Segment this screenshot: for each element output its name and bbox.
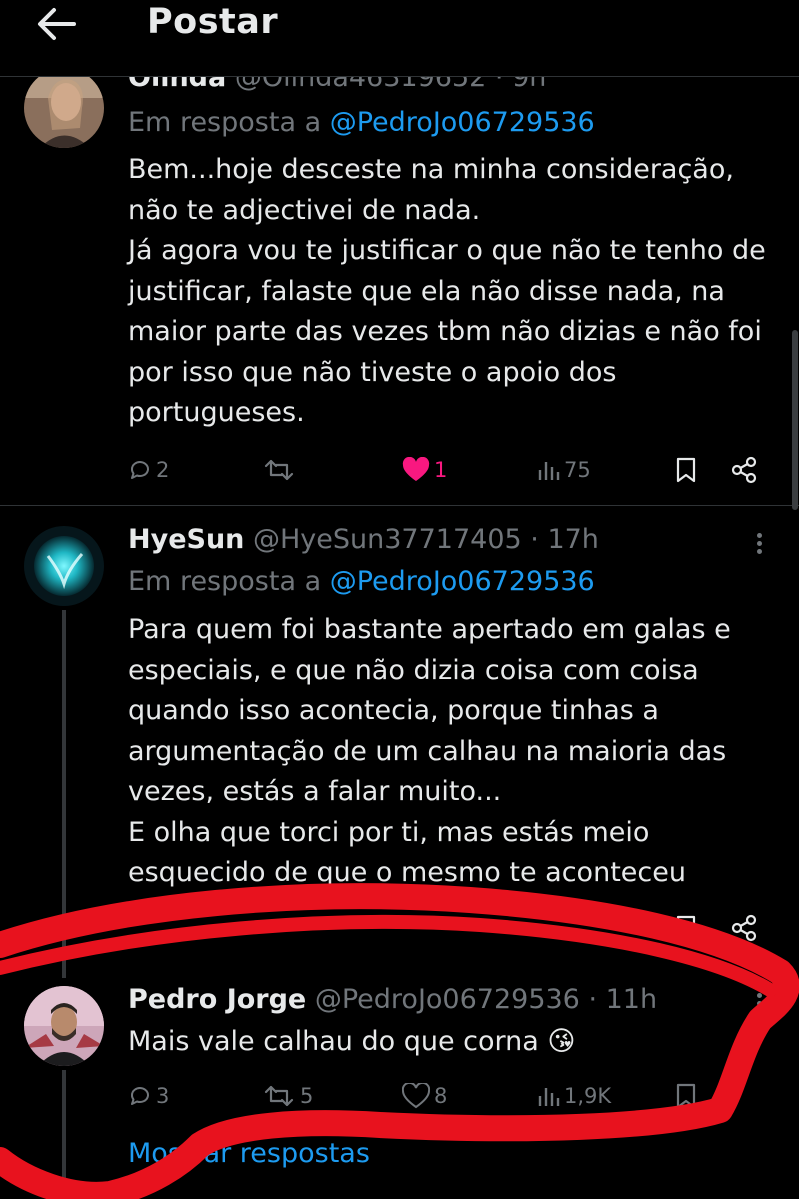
views-icon bbox=[538, 462, 560, 480]
bookmark-button[interactable] bbox=[674, 450, 698, 490]
reply-button[interactable]: 3 bbox=[128, 1076, 169, 1116]
page-title: Postar bbox=[147, 2, 279, 42]
views-icon bbox=[538, 1088, 560, 1106]
avatar[interactable] bbox=[24, 68, 104, 148]
reply-count: 2 bbox=[156, 458, 170, 482]
reply-icon bbox=[131, 1087, 149, 1105]
top-bar: Postar bbox=[0, 0, 799, 77]
display-name[interactable]: Pedro Jorge bbox=[128, 984, 306, 1015]
like-count: 8 bbox=[434, 1084, 448, 1108]
reply-button[interactable]: 2 bbox=[128, 450, 169, 490]
reply-context: Em resposta a @PedroJo06729536 bbox=[128, 107, 595, 138]
user-handle[interactable]: @PedroJo06729536 bbox=[315, 984, 580, 1015]
avatar[interactable] bbox=[24, 526, 104, 606]
share-button[interactable] bbox=[730, 450, 758, 490]
show-replies-link[interactable]: Mostrar respostas bbox=[128, 1138, 370, 1169]
share-icon bbox=[731, 914, 757, 942]
views-count: 75 bbox=[564, 458, 591, 482]
user-handle[interactable]: @HyeSun37717405 bbox=[253, 524, 522, 555]
bookmark-icon bbox=[676, 915, 696, 941]
bookmark-icon bbox=[676, 457, 696, 483]
heart-filled-icon bbox=[402, 457, 430, 481]
tweet-text: Mais vale calhau do que corna 😘 bbox=[128, 1026, 576, 1057]
repost-button[interactable] bbox=[262, 450, 296, 490]
repost-button[interactable]: 5 bbox=[262, 1076, 313, 1116]
repost-icon bbox=[264, 459, 294, 481]
timestamp[interactable]: 11h bbox=[606, 984, 657, 1015]
timestamp[interactable]: 17h bbox=[547, 524, 598, 555]
thread-line bbox=[62, 1070, 66, 1199]
bookmark-button[interactable] bbox=[674, 1076, 698, 1116]
mention-link[interactable]: @PedroJo06729536 bbox=[330, 566, 595, 597]
bookmark-icon bbox=[676, 1083, 696, 1109]
reply-context: Em resposta a @PedroJo06729536 bbox=[128, 566, 595, 597]
mention-link[interactable]: @PedroJo06729536 bbox=[330, 107, 595, 138]
like-button[interactable]: 1 bbox=[402, 450, 447, 490]
action-bar: 3 5 8 1,9K bbox=[128, 1076, 768, 1116]
heart-icon bbox=[402, 1083, 430, 1109]
arrow-left-icon[interactable] bbox=[34, 4, 78, 44]
reply-tweet-pedro-jorge[interactable]: Pedro Jorge @PedroJo06729536 · 11h Mais … bbox=[0, 968, 799, 1199]
scrollbar[interactable] bbox=[792, 330, 798, 510]
action-bar: 2 1 75 bbox=[128, 450, 768, 490]
views-button[interactable]: 75 bbox=[536, 450, 591, 490]
more-options-icon[interactable] bbox=[754, 530, 764, 557]
repost-icon bbox=[264, 1085, 294, 1107]
more-options-icon[interactable] bbox=[754, 990, 764, 1017]
reply-count: 3 bbox=[156, 1084, 170, 1108]
thread-line bbox=[62, 610, 66, 978]
tweet-text: Bem...hoje desceste na minha consideraçã… bbox=[128, 154, 766, 428]
like-count: 1 bbox=[434, 458, 448, 482]
reply-icon bbox=[131, 461, 149, 479]
tweet-text: Para quem foi bastante apertado em galas… bbox=[128, 614, 731, 888]
reply-tweet-hyesun[interactable]: HyeSun @HyeSun37717405 · 17h Em resposta… bbox=[0, 506, 799, 978]
bookmark-button[interactable] bbox=[674, 908, 698, 948]
avatar[interactable] bbox=[24, 986, 104, 1066]
repost-count: 5 bbox=[300, 1084, 314, 1108]
share-icon bbox=[731, 456, 757, 484]
like-button[interactable]: 8 bbox=[402, 1076, 447, 1116]
display-name[interactable]: HyeSun bbox=[128, 524, 244, 555]
views-button[interactable]: 1,9K bbox=[536, 1076, 611, 1116]
action-bar bbox=[128, 908, 768, 948]
share-button[interactable] bbox=[730, 908, 758, 948]
views-count: 1,9K bbox=[564, 1084, 612, 1108]
